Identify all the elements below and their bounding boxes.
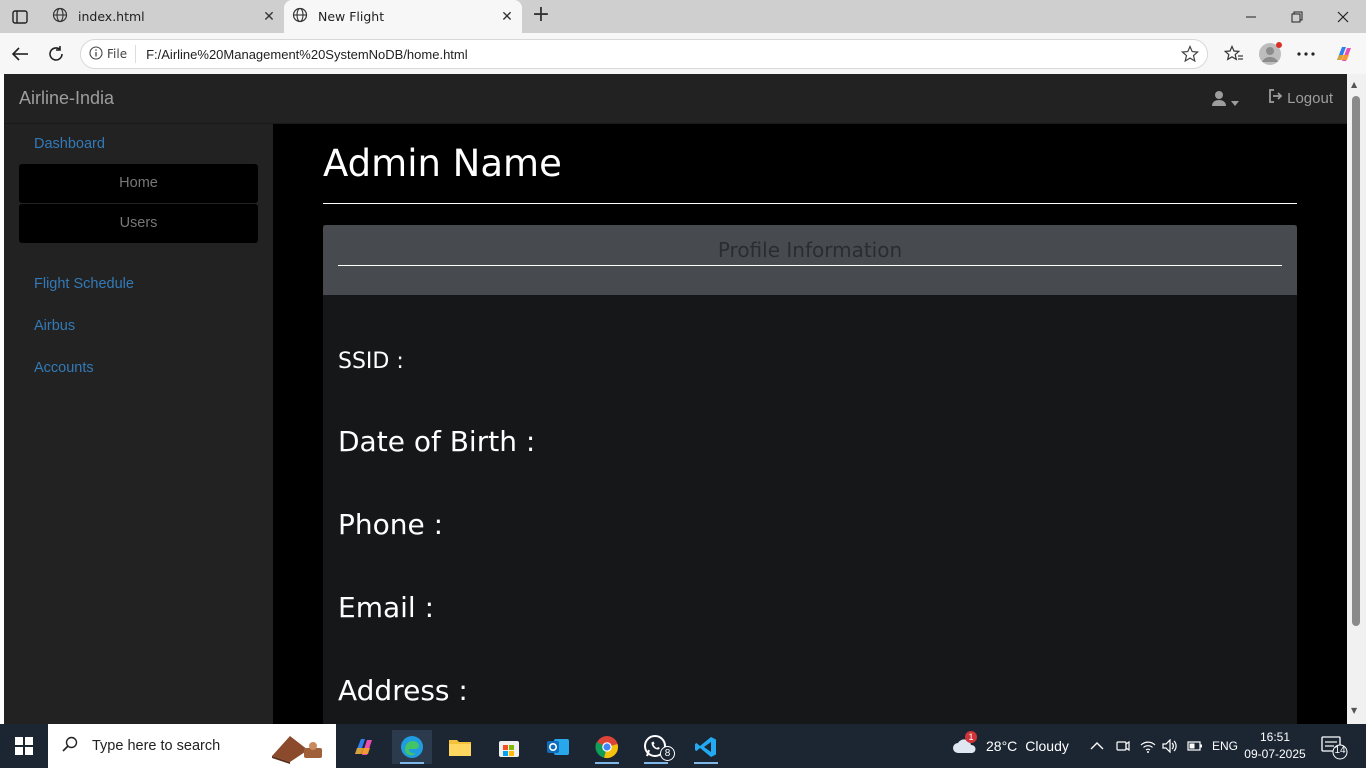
page-scrollbar[interactable]: ▲ ▼ bbox=[1347, 74, 1366, 724]
weather-alert-badge: 1 bbox=[965, 730, 977, 743]
logout-link[interactable]: Logout bbox=[1268, 89, 1333, 107]
battery-icon[interactable] bbox=[1187, 724, 1203, 768]
scroll-down-icon[interactable]: ▼ bbox=[1351, 706, 1357, 715]
tab-title: New Flight bbox=[318, 9, 385, 24]
sidebar-item-accounts[interactable]: Accounts bbox=[34, 360, 94, 376]
search-icon bbox=[62, 736, 78, 756]
vscode-icon[interactable] bbox=[686, 730, 726, 764]
cloud-icon: 1 bbox=[952, 730, 978, 758]
window-close-icon[interactable] bbox=[1320, 0, 1366, 33]
weather-widget[interactable]: 1 28°C Cloudy bbox=[952, 724, 1069, 768]
field-ssid: SSID : bbox=[338, 349, 404, 374]
new-tab-icon[interactable]: + bbox=[530, 4, 552, 28]
user-icon bbox=[1211, 90, 1227, 110]
edge-app-icon[interactable] bbox=[392, 730, 432, 764]
field-phone: Phone : bbox=[338, 508, 444, 541]
scroll-thumb[interactable] bbox=[1352, 96, 1360, 626]
whatsapp-badge: 8 bbox=[660, 746, 675, 761]
clock-time: 16:51 bbox=[1259, 730, 1291, 744]
browser-toolbar: File F:/Airline%20Management%20SystemNoD… bbox=[0, 33, 1366, 74]
windows-start-icon[interactable] bbox=[0, 724, 48, 768]
microsoft-store-icon[interactable] bbox=[489, 730, 529, 764]
sidebar-subitem-users[interactable]: Users bbox=[19, 204, 258, 243]
profile-icon[interactable] bbox=[1256, 40, 1284, 68]
close-icon[interactable]: ✕ bbox=[258, 9, 280, 25]
tab-new-flight[interactable]: New Flight ✕ bbox=[284, 0, 522, 33]
panel-title: Profile Information bbox=[717, 238, 903, 262]
chrome-icon[interactable] bbox=[587, 730, 627, 764]
active-indicator bbox=[694, 762, 718, 764]
taskbar-search[interactable]: Type here to search bbox=[48, 724, 336, 768]
tab-index[interactable]: index.html ✕ bbox=[44, 0, 284, 33]
page-viewport: Airline-India Logout Dashboard Home User… bbox=[4, 74, 1347, 724]
logout-label: Logout bbox=[1287, 89, 1333, 107]
field-address: Address : bbox=[338, 674, 468, 707]
page-title: Admin Name bbox=[323, 142, 562, 185]
url-text[interactable]: F:/Airline%20Management%20SystemNoDB/hom… bbox=[146, 47, 468, 62]
copilot-icon[interactable] bbox=[1330, 40, 1358, 68]
scroll-up-icon[interactable]: ▲ bbox=[1351, 80, 1357, 89]
language-indicator[interactable]: ENG bbox=[1212, 724, 1238, 768]
close-icon[interactable]: ✕ bbox=[496, 9, 518, 25]
clock-date: 09-07-2025 bbox=[1244, 747, 1306, 761]
site-info-button[interactable]: File bbox=[89, 45, 137, 63]
minimize-icon[interactable] bbox=[1228, 0, 1274, 33]
browser-tab-strip: index.html ✕ New Flight ✕ + bbox=[0, 0, 1366, 33]
main-content: Admin Name Profile Information SSID : Da… bbox=[273, 124, 1347, 724]
sidebar-item-airbus[interactable]: Airbus bbox=[34, 318, 75, 334]
restore-icon[interactable] bbox=[1274, 0, 1320, 33]
back-icon[interactable] bbox=[6, 40, 34, 68]
sidebar-item-dashboard[interactable]: Dashboard bbox=[34, 136, 105, 152]
notification-count: 14 bbox=[1334, 745, 1346, 756]
active-indicator bbox=[400, 762, 424, 764]
taskbar: Type here to search 8 1 28°C Cloudy ENG … bbox=[0, 724, 1366, 768]
tab-title: index.html bbox=[78, 9, 145, 24]
sidebar-subitem-home[interactable]: Home bbox=[19, 164, 258, 203]
field-email: Email : bbox=[338, 591, 435, 624]
scheme-label: File bbox=[107, 47, 128, 61]
sidebar: Dashboard Home Users Flight Schedule Air… bbox=[4, 124, 273, 724]
panel-divider bbox=[338, 265, 1282, 266]
search-placeholder: Type here to search bbox=[92, 738, 221, 754]
user-dropdown[interactable] bbox=[1211, 90, 1239, 110]
sidebar-item-flight-schedule[interactable]: Flight Schedule bbox=[34, 276, 134, 292]
favorite-star-icon[interactable] bbox=[1180, 44, 1200, 67]
notification-center-icon[interactable]: 14 bbox=[1320, 734, 1350, 764]
refresh-icon[interactable] bbox=[42, 40, 70, 68]
volume-icon[interactable] bbox=[1162, 724, 1178, 768]
info-icon bbox=[89, 45, 103, 63]
taskbar-clock[interactable]: 16:51 09-07-2025 bbox=[1244, 729, 1306, 763]
weather-condition: Cloudy bbox=[1025, 738, 1069, 754]
whatsapp-icon[interactable]: 8 bbox=[636, 730, 676, 764]
chocolate-search-art-icon bbox=[268, 730, 328, 768]
panel-header: Profile Information bbox=[323, 225, 1297, 295]
app-navbar: Airline-India Logout bbox=[4, 74, 1347, 124]
more-icon[interactable] bbox=[1292, 40, 1320, 68]
profile-panel: Profile Information SSID : Date of Birth… bbox=[323, 225, 1297, 724]
logout-icon bbox=[1268, 89, 1283, 107]
favorites-icon[interactable] bbox=[1220, 40, 1248, 68]
caret-down-icon bbox=[1231, 91, 1239, 110]
brand-link[interactable]: Airline-India bbox=[19, 88, 114, 109]
globe-icon bbox=[292, 7, 308, 26]
address-bar[interactable]: File F:/Airline%20Management%20SystemNoD… bbox=[80, 39, 1208, 69]
field-date-of-birth: Date of Birth : bbox=[338, 425, 536, 458]
weather-temp: 28°C bbox=[986, 738, 1018, 754]
wifi-icon[interactable] bbox=[1140, 724, 1156, 768]
active-indicator bbox=[644, 762, 668, 764]
file-explorer-icon[interactable] bbox=[440, 730, 480, 764]
tab-actions-icon[interactable] bbox=[6, 5, 34, 29]
meet-now-icon[interactable] bbox=[1116, 724, 1130, 768]
outlook-icon[interactable] bbox=[538, 730, 578, 764]
show-hidden-icons-icon[interactable] bbox=[1090, 724, 1104, 768]
copilot-app-icon[interactable] bbox=[344, 730, 384, 764]
active-indicator bbox=[595, 762, 619, 764]
globe-icon bbox=[52, 7, 68, 26]
title-divider bbox=[323, 203, 1297, 204]
